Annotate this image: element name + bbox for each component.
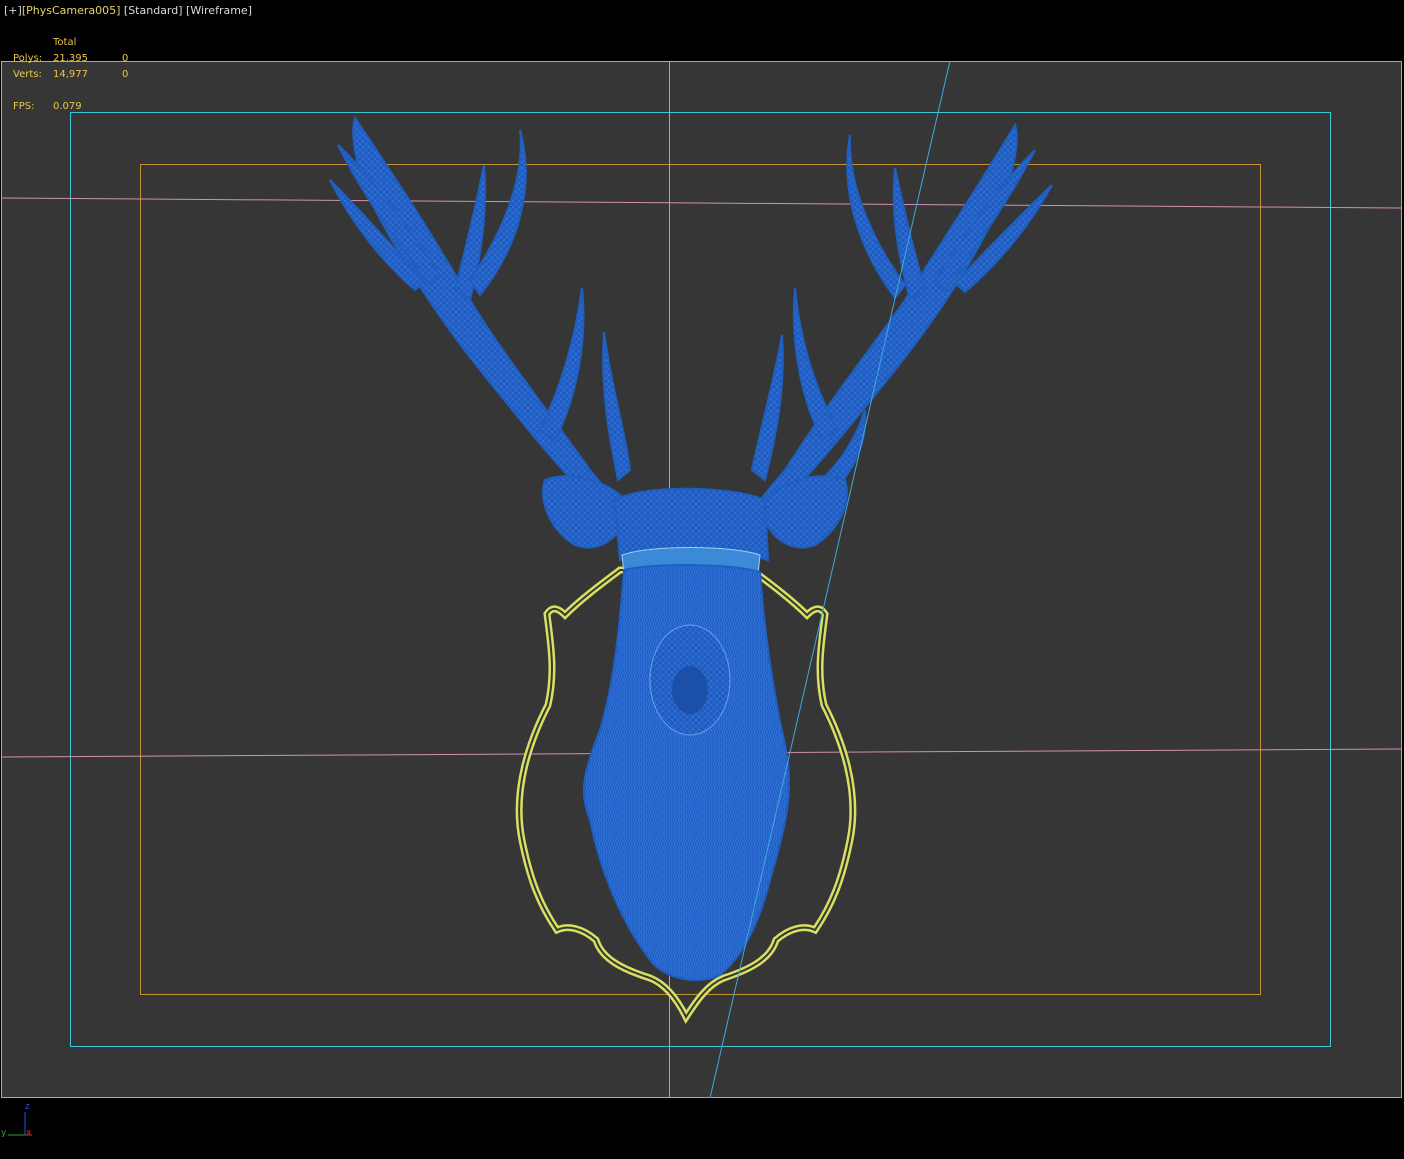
polys-total: 21,395 <box>53 53 88 64</box>
gizmo-y-label: y <box>1 1128 7 1138</box>
viewport-shading-menu[interactable]: [Standard] <box>124 4 183 17</box>
viewport-menu-plus[interactable]: [+] <box>4 4 22 17</box>
axis-gizmo: z y x <box>0 1100 45 1150</box>
stats-header: Total <box>53 37 77 48</box>
viewport-display-mode-menu[interactable]: [Wireframe] <box>186 4 252 17</box>
gizmo-x-label: x <box>26 1128 32 1138</box>
viewport-canvas[interactable] <box>0 0 1404 1159</box>
statistics-overlay: Total Polys: 21,395 0 Verts: 14,977 0 FP… <box>13 35 143 115</box>
viewport-label-bar: [+][PhysCamera005] [Standard] [Wireframe… <box>4 4 252 17</box>
gizmo-z-label: z <box>25 1102 30 1112</box>
polys-label: Polys: <box>13 53 43 64</box>
verts-selected: 0 <box>122 69 129 80</box>
camera-viewport[interactable]: [+][PhysCamera005] [Standard] [Wireframe… <box>0 0 1404 1159</box>
verts-label: Verts: <box>13 69 42 80</box>
verts-total: 14,977 <box>53 69 88 80</box>
polys-selected: 0 <box>122 53 129 64</box>
fps-value: 0.079 <box>53 101 82 112</box>
fps-label: FPS: <box>13 101 35 112</box>
viewport-camera-menu[interactable]: [PhysCamera005] <box>22 4 121 17</box>
